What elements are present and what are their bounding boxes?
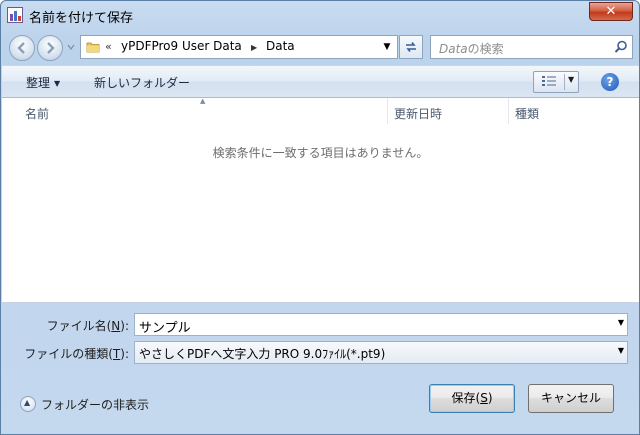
back-button[interactable] [9,35,35,61]
filetype-select[interactable]: やさしくPDFへ文字入力 PRO 9.0ﾌｧｲﾙ(*.pt9) ▼ [134,341,628,364]
refresh-button[interactable] [399,35,423,59]
save-as-dialog: 名前を付けて保存 ✕ « yPDFPro9 User Data ▶ Data ▼… [0,0,640,435]
window-title: 名前を付けて保存 [29,11,134,26]
refresh-icon [406,42,416,52]
search-icon[interactable] [614,40,628,54]
breadcrumb-item-user-data[interactable]: yPDFPro9 User Data [121,39,242,53]
file-list[interactable]: ▲ 名前 更新日時 種類 検索条件に一致する項目はありません。 [2,97,639,303]
address-dropdown-icon[interactable]: ▼ [379,38,395,56]
caret-down-icon: ▼ [54,79,61,88]
organize-menu[interactable]: 整理 ▼ [26,74,60,91]
recent-pages-chevron-icon[interactable] [66,42,76,52]
title-bar: 名前を付けて保存 ✕ [1,1,639,29]
details-view-icon [542,76,556,86]
filename-dropdown-icon[interactable]: ▼ [618,318,624,327]
filetype-selected-value: やさしくPDFへ文字入力 PRO 9.0ﾌｧｲﾙ(*.pt9) [139,347,386,361]
column-header-name[interactable]: 名前 [25,98,49,124]
hide-folders-label: フォルダーの非表示 [41,398,150,412]
column-header-modified[interactable]: 更新日時 [394,98,442,124]
sort-ascending-icon: ▲ [200,97,206,105]
filename-input[interactable]: サンプル [139,317,191,336]
address-bar[interactable]: « yPDFPro9 User Data ▶ Data ▼ [80,35,398,59]
new-folder-button[interactable]: 新しいフォルダー [94,74,190,91]
collapse-up-icon: ▲ [20,396,36,412]
breadcrumb-overflow[interactable]: « [105,40,112,53]
column-header-type[interactable]: 種類 [515,98,539,124]
empty-list-message: 検索条件に一致する項目はありません。 [212,146,429,160]
folder-icon [86,42,100,53]
arrow-right-icon [47,42,55,54]
breadcrumb-item-data[interactable]: Data [266,39,295,53]
cancel-button[interactable]: キャンセル [528,384,614,413]
help-icon[interactable]: ? [601,73,619,91]
search-box[interactable]: Dataの検索 [430,35,633,59]
forward-button[interactable] [37,35,63,61]
filename-label: ファイル名(N): [46,319,129,333]
close-button[interactable]: ✕ [589,2,633,21]
search-placeholder: Dataの検索 [439,42,504,56]
arrow-left-icon [17,42,25,54]
command-toolbar: 整理 ▼ 新しいフォルダー ▼ ? [2,65,639,98]
save-button[interactable]: 保存(S) [429,384,515,413]
change-view-button[interactable]: ▼ [533,71,579,93]
filetype-label: ファイルの種類(T): [24,347,129,361]
app-chart-icon [7,7,23,23]
breadcrumb-separator[interactable]: ▶ [251,43,257,52]
filename-combobox[interactable]: サンプル ▼ [134,313,628,336]
view-options-caret-icon[interactable]: ▼ [568,75,574,84]
filetype-dropdown-icon[interactable]: ▼ [618,346,624,355]
